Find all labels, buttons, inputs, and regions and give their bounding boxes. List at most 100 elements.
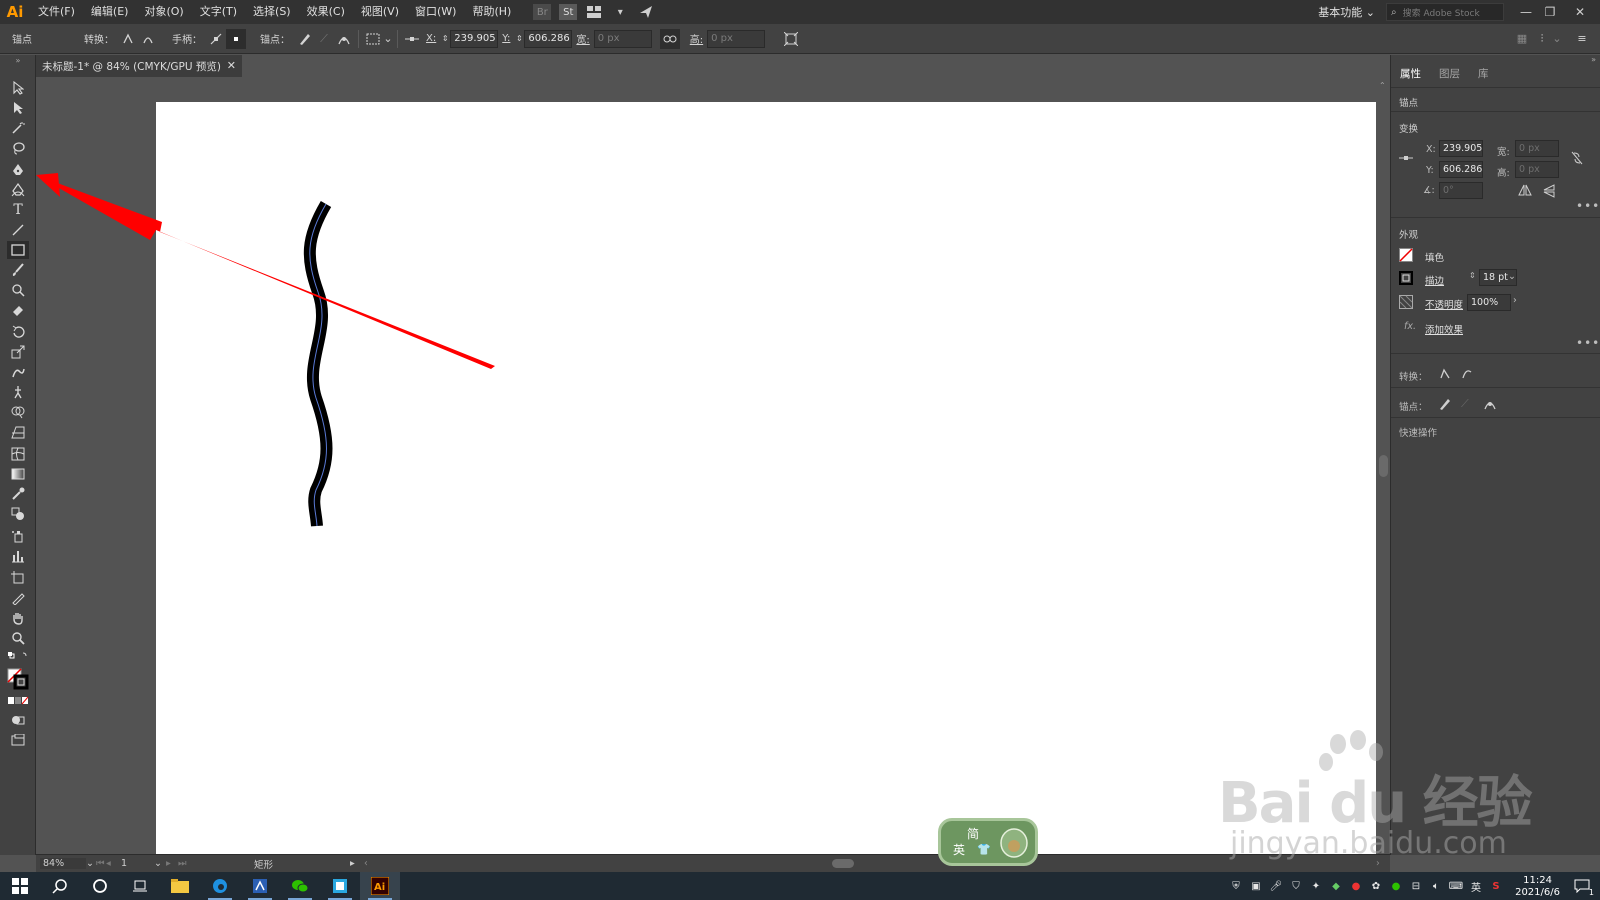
connect-anchors-icon[interactable]: ⟋ [1461, 397, 1469, 411]
stroke-label[interactable]: 描边 [1425, 273, 1444, 287]
panel-menu-icon[interactable]: ≡ [1572, 29, 1592, 49]
graph-icon[interactable] [7, 547, 29, 565]
menu-help[interactable]: 帮助(H) [464, 0, 519, 24]
paintbrush-icon[interactable] [7, 261, 29, 279]
blend-icon[interactable] [7, 505, 29, 523]
file-explorer-icon[interactable] [160, 872, 200, 900]
constrain-proportions-icon[interactable] [1571, 151, 1583, 165]
puppet-warp-icon[interactable] [7, 383, 29, 401]
menu-object[interactable]: 对象(O) [136, 0, 191, 24]
default-colors-icon[interactable] [7, 651, 29, 663]
tab-libraries[interactable]: 库 [1469, 64, 1498, 86]
transform-y-input[interactable]: 606.286 [1439, 161, 1483, 178]
mesh-icon[interactable] [7, 445, 29, 463]
chevron-down-icon[interactable]: ⌄ [86, 858, 96, 869]
eyedropper-icon[interactable] [7, 485, 29, 503]
transform-x-input[interactable]: 239.905 [1439, 140, 1483, 157]
eraser-icon[interactable] [7, 301, 29, 319]
remove-anchor-icon[interactable] [1437, 397, 1451, 411]
more-options-icon[interactable]: ••• [1576, 199, 1600, 213]
warp-icon[interactable] [7, 363, 29, 381]
menu-edit[interactable]: 编辑(E) [83, 0, 137, 24]
security-icon[interactable]: ⛨ [1226, 881, 1246, 892]
align-to-icon[interactable] [363, 29, 383, 49]
ime-simplified-label[interactable]: 简 [967, 825, 979, 842]
scale-icon[interactable] [7, 343, 29, 361]
stock-search-input[interactable]: ⌕ 搜索 Adobe Stock [1386, 3, 1504, 21]
wechat-tray-icon[interactable]: ● [1386, 881, 1406, 892]
cortana-icon[interactable] [80, 872, 120, 900]
edge-browser-icon[interactable] [200, 872, 240, 900]
restore-button[interactable]: ❐ [1538, 0, 1562, 24]
stroke-swatch[interactable] [1399, 271, 1413, 285]
gradient-icon[interactable] [7, 465, 29, 483]
shield-icon[interactable]: ⛉ [1286, 881, 1306, 892]
chevron-down-icon[interactable]: ⌄ [383, 29, 393, 49]
selection-icon[interactable] [7, 79, 29, 97]
tab-layers[interactable]: 图层 [1430, 64, 1469, 86]
collapse-icon[interactable]: » [1591, 55, 1596, 64]
search-icon[interactable] [40, 872, 80, 900]
hand-icon[interactable] [7, 609, 29, 627]
cut-path-icon[interactable] [1483, 397, 1497, 411]
nvidia-icon[interactable]: ◆ [1326, 881, 1346, 892]
close-icon[interactable]: ✕ [227, 59, 236, 72]
zoom-level[interactable]: 84% [40, 858, 86, 869]
symbol-sprayer-icon[interactable] [7, 527, 29, 545]
menu-file[interactable]: 文件(F) [30, 0, 83, 24]
flip-vertical-icon[interactable] [1543, 184, 1555, 198]
task-view-icon[interactable] [120, 872, 160, 900]
zoom-icon[interactable] [7, 629, 29, 647]
scrollbar-thumb[interactable] [1379, 455, 1388, 477]
last-artboard-icon[interactable]: ⏭ [178, 858, 190, 869]
sogou-icon[interactable]: S [1486, 881, 1506, 892]
perspective-icon[interactable] [7, 423, 29, 441]
screen-mode-icon[interactable] [7, 731, 29, 749]
bridge-button[interactable]: Br [533, 4, 552, 20]
direct-selection-icon[interactable] [7, 99, 29, 117]
reference-point-icon[interactable] [1399, 153, 1413, 163]
rotate-icon[interactable] [7, 323, 29, 341]
opacity-label[interactable]: 不透明度 [1425, 297, 1463, 311]
cut-path-icon[interactable] [334, 29, 354, 49]
screen-icon[interactable]: ▣ [1246, 881, 1266, 892]
convert-to-smooth-icon[interactable] [1461, 368, 1473, 380]
line-icon[interactable] [7, 221, 29, 239]
menu-effect[interactable]: 效果(C) [299, 0, 353, 24]
more-options-icon[interactable]: ••• [1576, 336, 1600, 350]
send-icon[interactable] [637, 4, 655, 20]
illustrator-taskbar-icon[interactable]: Ai [360, 872, 400, 900]
artboard[interactable] [156, 102, 1377, 854]
y-input[interactable]: 606.286 [524, 29, 573, 48]
menu-window[interactable]: 窗口(W) [407, 0, 464, 24]
stock-button[interactable]: St [559, 4, 578, 20]
x-input[interactable]: 239.905 [450, 29, 499, 48]
collapse-icon[interactable]: » [7, 55, 29, 65]
link-icon[interactable] [659, 28, 680, 49]
minimize-button[interactable]: — [1514, 0, 1538, 24]
fill-swatch[interactable] [1399, 248, 1413, 262]
notification-icon[interactable]: 1 [1564, 872, 1600, 900]
lasso-icon[interactable] [7, 139, 29, 157]
app-icon[interactable] [240, 872, 280, 900]
windows-start-icon[interactable] [0, 872, 40, 900]
convert-to-smooth-icon[interactable] [138, 29, 158, 49]
slice-icon[interactable] [7, 589, 29, 607]
chevron-down-icon[interactable]: ⌄ [1508, 271, 1516, 282]
workspace-switcher[interactable]: 基本功能 ⌄ [1318, 4, 1375, 20]
ime-english-label[interactable]: 英 [953, 841, 965, 858]
microphone-icon[interactable]: 🎤︎ [1266, 881, 1286, 892]
document-tab[interactable]: 未标题-1* @ 84% (CMYK/GPU 预览) ✕ [36, 55, 242, 77]
shirt-icon[interactable]: 👕 [977, 843, 991, 856]
transform-height-input[interactable]: 0 px [1515, 161, 1559, 178]
isolate-object-icon[interactable] [781, 29, 801, 49]
grid-icon[interactable]: ▦ [1512, 29, 1532, 49]
tab-properties[interactable]: 属性 [1391, 64, 1430, 86]
menu-type[interactable]: 文字(T) [192, 0, 245, 24]
opacity-input[interactable]: 100% [1467, 294, 1511, 311]
ime-floating-toolbar[interactable]: 简 英 👕 [938, 818, 1038, 866]
curvature-icon[interactable] [7, 181, 29, 199]
close-button[interactable]: ✕ [1568, 0, 1592, 24]
width-input[interactable]: 0 px [593, 29, 652, 48]
menu-view[interactable]: 视图(V) [353, 0, 407, 24]
